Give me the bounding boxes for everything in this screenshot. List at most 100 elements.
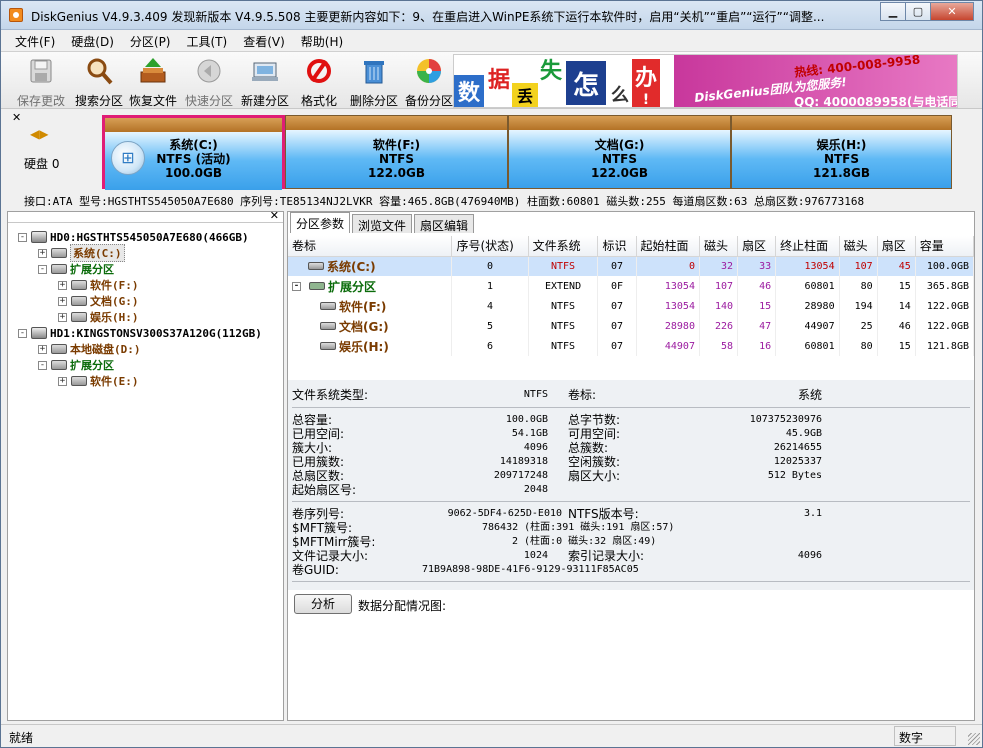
table-row[interactable]: - 扩展分区 1 EXTEND 0F 13054 107 46 60801 80 15 365.8GB — [288, 276, 975, 296]
menu-file[interactable]: 文件(F) — [7, 30, 63, 50]
expand-icon[interactable]: + — [58, 376, 67, 386]
col-fs[interactable]: 文件系统 — [528, 236, 599, 257]
divider — [292, 581, 970, 582]
col-start-sector[interactable]: 扇区 — [737, 236, 777, 257]
volume-name: 文档(G:) — [292, 318, 447, 335]
col-seq[interactable]: 序号(状态) — [451, 236, 529, 257]
format-button[interactable]: 格式化 — [291, 54, 347, 108]
detail-value: 786432 (柱面:391 磁头:191 扇区:57) — [482, 522, 675, 533]
detail-label: 索引记录大小: — [568, 549, 645, 563]
collapse-icon[interactable]: - — [18, 328, 27, 338]
expand-icon[interactable]: + — [38, 248, 47, 258]
tree-partition-node[interactable]: + 系统(C:) — [38, 244, 125, 262]
search-icon — [87, 58, 113, 85]
minimize-button[interactable]: ▁ — [880, 2, 906, 21]
ad-banner[interactable]: 数 据 丢 失 怎 么 办 ! DiskGenius团队为您服务! 热线: 40… — [453, 54, 958, 108]
cell-ss: 47 — [737, 316, 777, 336]
tree-node-label: 扩展分区 — [70, 263, 114, 276]
delete-partition-button[interactable]: 删除分区 — [346, 54, 402, 108]
app-window: DiskGenius V4.9.3.409 发现新版本 V4.9.5.508 主… — [0, 0, 983, 748]
col-id[interactable]: 标识 — [597, 236, 637, 257]
partition-icon — [71, 280, 87, 290]
table-row[interactable]: 软件(F:) 4 NTFS 07 13054 140 15 28980 194 14 122.0GB — [288, 296, 975, 316]
recover-files-button[interactable]: 恢复文件 — [125, 54, 181, 108]
partition-name: 软件(F:) — [372, 138, 421, 152]
cell-sc: 44907 — [636, 336, 700, 356]
tree-partition-node[interactable]: + 软件(F:) — [58, 277, 139, 293]
quick-partition-button[interactable]: 快速分区 — [181, 54, 237, 108]
close-icon[interactable]: ✕ — [270, 209, 279, 222]
col-end-cyl[interactable]: 终止柱面 — [775, 236, 840, 257]
cell-sh: 140 — [699, 296, 739, 316]
collapse-icon[interactable]: - — [18, 232, 27, 242]
tree-partition-node[interactable]: + 软件(E:) — [58, 373, 139, 389]
menu-partition[interactable]: 分区(P) — [122, 30, 179, 50]
resize-grip-icon[interactable] — [968, 733, 980, 745]
volume-name: 系统(C:) — [292, 258, 447, 275]
tree-partition-node[interactable]: + 文档(G:) — [58, 293, 139, 309]
divider — [292, 501, 970, 502]
partition-cap — [286, 116, 507, 130]
expand-icon[interactable]: + — [58, 312, 67, 322]
analyze-button[interactable]: 分析 — [294, 594, 352, 614]
search-partition-button[interactable]: 搜索分区 — [71, 54, 127, 108]
partition-block-f[interactable]: 软件(F:) NTFS 122.0GB — [285, 115, 508, 189]
maximize-button[interactable]: ▢ — [905, 2, 931, 21]
expand-icon[interactable]: + — [38, 344, 47, 354]
expand-icon[interactable]: + — [58, 296, 67, 306]
col-end-head[interactable]: 磁头 — [839, 236, 878, 257]
disk-tree-panel: ✕ - HD0:HGSTHTS545050A7E680(466GB) + 系统(C:)… — [7, 209, 284, 721]
partition-block-c[interactable]: ⊞ 系统(C:) NTFS (活动) 100.0GB — [102, 115, 285, 190]
table-row[interactable]: 文档(G:) 5 NTFS 07 28980 226 47 44907 25 46 122.0GB — [288, 316, 975, 336]
cell-volume: 娱乐(H:) — [288, 336, 453, 356]
backup-partition-button[interactable]: 备份分区 — [401, 54, 457, 108]
prev-disk-icon[interactable]: ◀ — [30, 127, 39, 141]
tree-partition-node[interactable]: + 本地磁盘(D:) — [38, 341, 141, 357]
col-start-head[interactable]: 磁头 — [699, 236, 739, 257]
table-row[interactable]: 系统(C:) 0 NTFS 07 0 32 33 13054 107 45 100.0GB — [288, 256, 975, 276]
col-end-sector[interactable]: 扇区 — [877, 236, 916, 257]
menu-disk[interactable]: 硬盘(D) — [63, 30, 122, 50]
save-changes-button[interactable]: 保存更改 — [13, 54, 69, 108]
col-capacity[interactable]: 容量 — [915, 236, 975, 257]
next-disk-icon[interactable]: ▶ — [39, 127, 48, 141]
cell-sh: 58 — [699, 336, 739, 356]
cell-sc: 13054 — [636, 276, 700, 296]
col-volume[interactable]: 卷标 — [288, 236, 453, 257]
disk-nav-arrows[interactable]: ◀▶ — [30, 127, 48, 141]
tree-extended-node[interactable]: - 扩展分区 — [38, 261, 114, 277]
tab-partition-params[interactable]: 分区参数 — [290, 212, 351, 233]
table-row[interactable]: 娱乐(H:) 6 NTFS 07 44907 58 16 60801 80 15 121.8GB — [288, 336, 975, 356]
new-partition-button[interactable]: 新建分区 — [237, 54, 293, 108]
menu-help[interactable]: 帮助(H) — [293, 30, 351, 50]
menu-view[interactable]: 查看(V) — [235, 30, 293, 50]
partition-block-h[interactable]: 娱乐(H:) NTFS 121.8GB — [731, 115, 952, 189]
tab-browse-files[interactable]: 浏览文件 — [352, 214, 413, 233]
tree-disk-node[interactable]: - HD1:KINGSTONSV300S37A120G(112GB) — [18, 325, 262, 341]
title-bar: DiskGenius V4.9.3.409 发现新版本 V4.9.5.508 主… — [1, 1, 982, 30]
tree-partition-node[interactable]: + 娱乐(H:) — [58, 309, 139, 325]
tree-disk-node[interactable]: - HD0:HGSTHTS545050A7E680(466GB) — [18, 229, 249, 245]
detail-label: $MFTMirr簇号: — [292, 535, 376, 549]
collapse-icon[interactable]: - — [38, 360, 47, 370]
close-button[interactable]: ✕ — [930, 2, 974, 21]
tree-node-label: HD1:KINGSTONSV300S37A120G(112GB) — [50, 326, 262, 340]
volume-name: 娱乐(H:) — [292, 338, 447, 355]
tree-extended-node[interactable]: - 扩展分区 — [38, 357, 114, 373]
partition-body: 娱乐(H:) NTFS 121.8GB — [732, 130, 951, 188]
details-panel: 分区参数 浏览文件 扇区编辑 卷标 序号(状态) 文件系统 标识 起始柱面 磁头… — [287, 211, 975, 721]
col-start-cyl[interactable]: 起始柱面 — [636, 236, 700, 257]
close-icon[interactable]: ✕ — [12, 111, 21, 124]
partition-block-g[interactable]: 文档(G:) NTFS 122.0GB — [508, 115, 731, 189]
status-bar: 就绪 数字 — [1, 724, 982, 747]
collapse-icon[interactable]: - — [292, 281, 301, 291]
cell-sc: 13054 — [636, 296, 700, 316]
cell-seq: 1 — [451, 276, 529, 296]
cell-cap: 121.8GB — [915, 336, 975, 356]
menu-tools[interactable]: 工具(T) — [179, 30, 236, 50]
banner-char: 怎 — [566, 61, 606, 105]
collapse-icon[interactable]: - — [38, 264, 47, 274]
detail-value: 26214655 — [773, 442, 822, 453]
tab-sector-edit[interactable]: 扇区编辑 — [414, 214, 475, 233]
expand-icon[interactable]: + — [58, 280, 67, 290]
